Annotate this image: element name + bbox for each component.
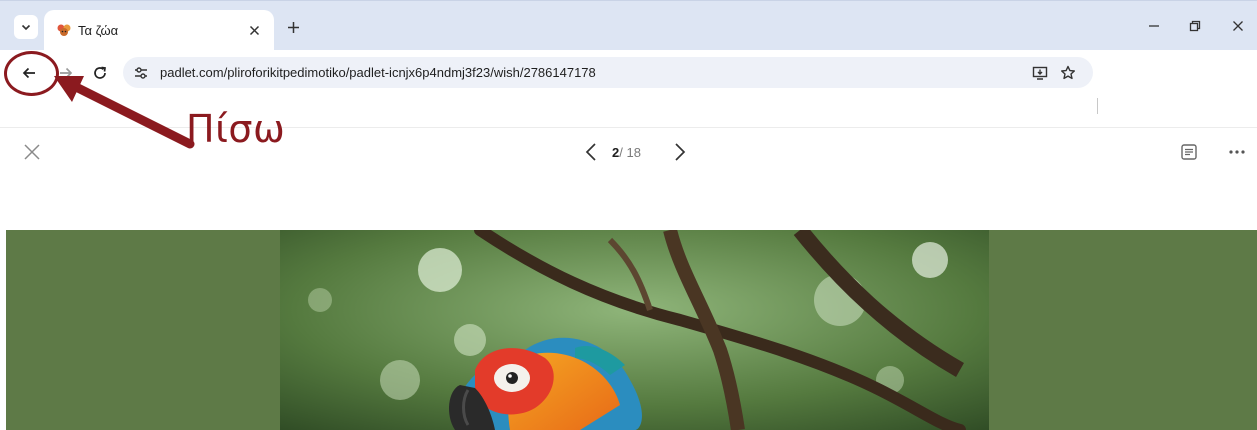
more-icon <box>1229 150 1245 154</box>
favicon-icon <box>57 24 71 36</box>
annotation-arrow-icon <box>54 76 195 149</box>
tab-search-button[interactable] <box>14 15 38 39</box>
close-icon <box>24 144 40 160</box>
parrot-image <box>280 230 989 430</box>
more-options-button[interactable] <box>1225 141 1249 163</box>
close-icon <box>1233 21 1243 31</box>
bookmark-star-icon <box>1061 65 1075 80</box>
post-counter: 2/ 18 <box>612 145 641 160</box>
previous-post-button[interactable] <box>579 140 603 164</box>
close-window-button[interactable] <box>1227 15 1249 37</box>
screenshot: Τα ζώα padlet.com/pliroforikitpedimotiko… <box>0 0 1257 430</box>
tab-close-button[interactable] <box>244 20 264 40</box>
close-icon <box>249 25 259 35</box>
restore-icon <box>1189 20 1201 32</box>
reader-view-button[interactable] <box>1178 141 1200 163</box>
reader-icon <box>1181 144 1197 160</box>
annotation-label: Πίσω <box>186 107 286 151</box>
active-tab[interactable]: Τα ζώα <box>44 10 274 51</box>
chevron-left-icon <box>585 143 596 161</box>
toolbar-divider <box>1097 98 1098 114</box>
minimize-button[interactable] <box>1143 15 1165 37</box>
parrot-photo <box>280 230 989 430</box>
bookmark-button[interactable] <box>1057 62 1079 84</box>
address-bar[interactable]: padlet.com/pliroforikitpedimotiko/padlet… <box>123 57 1093 88</box>
tab-title: Τα ζώα <box>78 23 119 38</box>
chevron-right-icon <box>675 143 686 161</box>
total-posts: / 18 <box>619 145 641 160</box>
install-app-icon <box>1032 66 1048 80</box>
url-text: padlet.com/pliroforikitpedimotiko/padlet… <box>160 65 596 80</box>
minimize-icon <box>1149 25 1159 27</box>
install-app-button[interactable] <box>1029 62 1051 84</box>
new-tab-icon <box>287 21 299 33</box>
tab-strip: Τα ζώα <box>0 0 1257 51</box>
restore-button[interactable] <box>1184 15 1206 37</box>
next-post-button[interactable] <box>668 140 692 164</box>
chevron-down-icon <box>21 24 31 31</box>
new-tab-button[interactable] <box>282 16 304 38</box>
